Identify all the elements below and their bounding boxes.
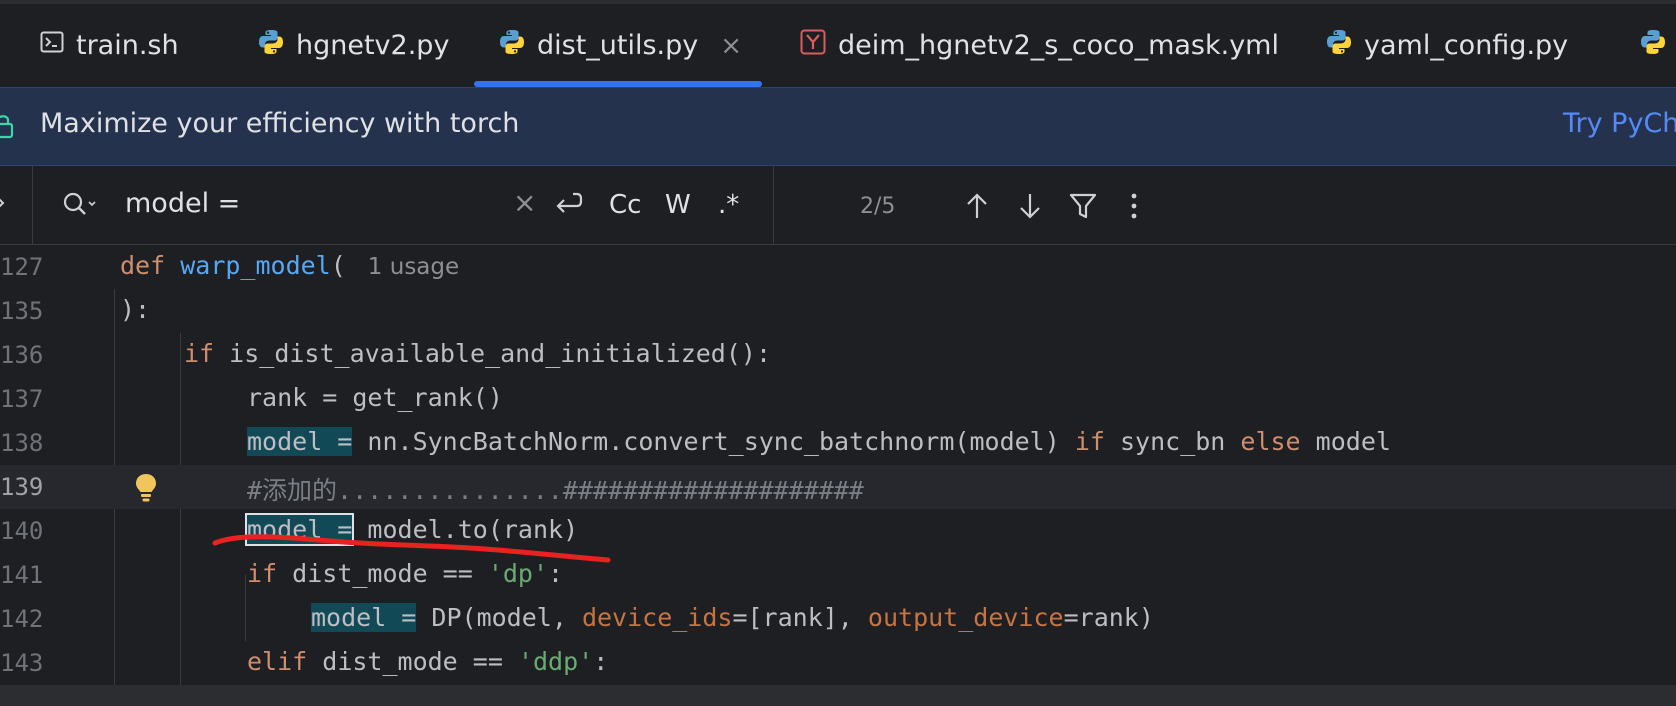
code-editor[interactable]: 127 def warp_model(1 usage 135 ): 136 if… (0, 245, 1676, 685)
python-icon (499, 29, 525, 62)
active-tab-indicator (474, 81, 763, 87)
more-options-icon[interactable] (1130, 192, 1138, 224)
filter-icon[interactable] (1069, 192, 1097, 224)
python-icon (1640, 29, 1666, 62)
tab-yaml-config-py[interactable]: yaml_config.py (1326, 4, 1568, 87)
search-icon[interactable] (62, 190, 98, 224)
tab-dist-utils-py[interactable]: dist_utils.py × (474, 4, 763, 87)
banner-message: Maximize your efficiency with torch (40, 108, 520, 139)
tab-deim-yml[interactable]: deim_hgnetv2_s_coco_mask.yml (800, 4, 1279, 87)
regex-toggle[interactable]: .* (718, 190, 739, 220)
tab-train-sh[interactable]: train.sh (40, 4, 179, 87)
close-icon[interactable]: × (720, 31, 742, 61)
find-bar: model = × Cc W .* 2/5 (0, 166, 1676, 245)
promo-banner: Maximize your efficiency with torch Try … (0, 88, 1676, 166)
divider (32, 166, 33, 244)
tab-hgnetv2-py[interactable]: hgnetv2.py (258, 4, 449, 87)
terminal-icon (40, 30, 64, 61)
lock-icon (0, 113, 14, 143)
python-icon (258, 29, 284, 62)
banner-try-link[interactable]: Try PyCha (1563, 108, 1676, 139)
red-annotation-underline (212, 534, 611, 563)
python-icon (1326, 29, 1352, 62)
tab-label: hgnetv2.py (296, 30, 450, 61)
tab-label: train.sh (76, 30, 179, 61)
clear-search-button[interactable]: × (513, 186, 536, 219)
tab-label: yaml_config.py (1364, 30, 1569, 61)
search-input[interactable]: model = (125, 188, 240, 219)
arrow-down-icon[interactable] (1018, 192, 1042, 224)
editor-tab-bar: train.sh hgnetv2.py dist_utils.py × deim… (0, 4, 1676, 88)
tab-label: dist_utils.py (537, 30, 699, 61)
yaml-icon (800, 29, 826, 62)
new-line-icon[interactable] (553, 190, 583, 222)
tab-label: deim_hgnetv2_s_coco_mask.yml (838, 30, 1279, 61)
chevron-right-icon[interactable] (0, 194, 6, 216)
divider (773, 166, 774, 244)
arrow-up-icon[interactable] (965, 192, 989, 224)
horizontal-scrollbar[interactable] (0, 685, 1676, 706)
whole-word-toggle[interactable]: W (665, 190, 691, 220)
match-case-toggle[interactable]: Cc (609, 190, 641, 220)
match-counter: 2/5 (860, 194, 896, 219)
tab-overflow-partial[interactable] (1640, 4, 1676, 87)
